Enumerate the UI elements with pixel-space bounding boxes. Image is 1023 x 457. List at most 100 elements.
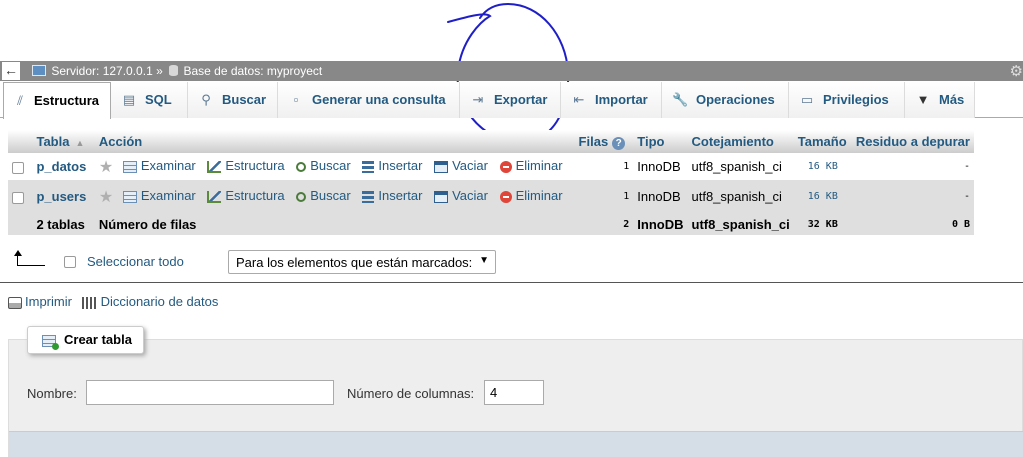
favorite-star-icon[interactable]: ★	[99, 159, 113, 176]
gear-icon[interactable]: ⚙	[1010, 62, 1023, 80]
table-row: p_users ★ Examinar Estructura Buscar Ins…	[8, 180, 974, 213]
header-filas[interactable]: Filas?	[574, 130, 634, 153]
footer-empty-cell	[8, 213, 33, 235]
action-estructura[interactable]: Estructura	[207, 158, 285, 173]
footer-label: Número de filas	[94, 213, 575, 235]
tab-sql[interactable]: ▤ SQL	[111, 82, 188, 118]
breadcrumb-bar: ← Servidor: 127.0.0.1 » Base de datos: m…	[0, 61, 1023, 81]
caret-down-icon: ▼	[916, 92, 930, 107]
breadcrumb-database[interactable]: Base de datos: myproyect	[183, 64, 322, 78]
back-arrow-icon[interactable]: ←	[2, 62, 20, 80]
structure-icon: ⫽	[17, 93, 23, 108]
tab-privilegios[interactable]: ▭ Privilegios	[789, 82, 905, 118]
header-cotejamiento[interactable]: Cotejamiento	[687, 130, 794, 153]
tab-bar: ⫽ Estructura ▤ SQL ⚲ Buscar ▫ Generar una co…	[0, 82, 1023, 119]
tab-label: Más	[939, 92, 965, 107]
action-insertar[interactable]: Insertar	[362, 158, 422, 173]
dropdown-selected-value: Para los elementos que están marcados:	[236, 255, 473, 270]
server-icon	[32, 65, 46, 77]
action-buscar[interactable]: Buscar	[296, 158, 351, 173]
tab-importar[interactable]: ⇤ Importar	[561, 82, 662, 118]
search-icon	[296, 191, 307, 202]
tables-list: Tabla ▲ Acción Filas? Tipo Cotejamiento T…	[8, 130, 974, 235]
columns-count-label: Número de columnas:	[347, 386, 475, 401]
table-size[interactable]: 16 KB	[793, 180, 852, 213]
rows-count: 1	[574, 153, 634, 180]
action-examinar[interactable]: Examinar	[122, 188, 196, 203]
select-all-label[interactable]: Seleccionar todo	[87, 254, 184, 269]
table-name-link[interactable]: p_users	[36, 189, 86, 204]
empty-table-icon	[434, 160, 449, 173]
sort-ascending-icon: ▲	[75, 138, 85, 148]
tab-label: Estructura	[34, 93, 100, 108]
new-table-icon	[42, 334, 59, 350]
tab-label: Buscar	[222, 92, 267, 107]
breadcrumb-server[interactable]: Servidor: 127.0.0.1	[51, 64, 152, 78]
table-name-label: Nombre:	[27, 386, 77, 401]
with-selected-dropdown[interactable]: Para los elementos que están marcados: ▼	[228, 250, 496, 274]
actions-cell: ★ Examinar Estructura Buscar Insertar Va…	[94, 153, 575, 180]
engine-type: InnoDB	[633, 153, 688, 180]
insert-icon	[362, 190, 375, 203]
tab-exportar[interactable]: ⇥ Exportar	[460, 82, 561, 118]
tab-label: Importar	[595, 92, 648, 107]
print-links: Imprimir Diccionario de datos	[8, 294, 224, 309]
table-name-link[interactable]: p_datos	[36, 159, 86, 174]
overhead: -	[851, 180, 974, 213]
footer-type: InnoDB	[633, 213, 688, 235]
row-checkbox[interactable]	[12, 191, 24, 204]
footer-size: 32 KB	[793, 213, 852, 235]
header-checkbox	[8, 130, 33, 153]
table-size[interactable]: 16 KB	[793, 153, 852, 180]
tab-mas[interactable]: ▼ Más	[905, 82, 975, 118]
tab-label: SQL	[145, 92, 172, 107]
action-eliminar[interactable]: Eliminar	[499, 158, 563, 173]
help-icon[interactable]: ?	[612, 136, 626, 150]
drop-icon	[499, 160, 512, 173]
search-icon	[296, 161, 307, 172]
data-dictionary-link[interactable]: Diccionario de datos	[81, 294, 218, 309]
tab-generar-consulta[interactable]: ▫ Generar una consulta	[278, 82, 460, 118]
privileges-icon: ▭	[800, 92, 814, 107]
tab-buscar[interactable]: ⚲ Buscar	[188, 82, 278, 118]
chevron-down-icon: ▼	[479, 255, 489, 266]
action-examinar[interactable]: Examinar	[122, 158, 196, 173]
structure-icon	[207, 190, 222, 203]
action-insertar[interactable]: Insertar	[362, 188, 422, 203]
table-row: p_datos ★ Examinar Estructura Buscar Ins…	[8, 153, 974, 180]
action-estructura[interactable]: Estructura	[207, 188, 285, 203]
browse-icon	[122, 190, 137, 203]
export-icon: ⇥	[472, 92, 484, 107]
row-checkbox[interactable]	[12, 161, 24, 174]
import-icon: ⇤	[573, 92, 585, 107]
print-link[interactable]: Imprimir	[8, 294, 72, 309]
table-name-input[interactable]	[86, 380, 334, 405]
action-eliminar[interactable]: Eliminar	[499, 188, 563, 203]
action-vaciar[interactable]: Vaciar	[434, 188, 488, 203]
query-icon: ▫	[293, 92, 299, 107]
header-tamano[interactable]: Tamaño	[793, 130, 852, 153]
empty-table-icon	[434, 190, 449, 203]
tab-estructura[interactable]: ⫽ Estructura	[3, 82, 111, 119]
header-tabla[interactable]: Tabla ▲	[32, 130, 95, 153]
table-header-row: Tabla ▲ Acción Filas? Tipo Cotejamiento T…	[8, 130, 974, 153]
structure-icon	[207, 160, 222, 173]
tab-label: Operaciones	[696, 92, 775, 107]
select-all-checkbox[interactable]	[64, 256, 76, 268]
breadcrumb-separator: »	[156, 63, 163, 78]
print-icon	[8, 296, 22, 309]
favorite-star-icon[interactable]: ★	[99, 189, 113, 206]
collation: utf8_spanish_ci	[687, 153, 794, 180]
browse-icon	[122, 160, 137, 173]
action-vaciar[interactable]: Vaciar	[434, 158, 488, 173]
action-buscar[interactable]: Buscar	[296, 188, 351, 203]
breadcrumb: Servidor: 127.0.0.1 » Base de datos: myp…	[32, 63, 322, 78]
fieldset-footer	[9, 431, 1023, 457]
row-checkbox-cell	[8, 153, 33, 180]
row-checkbox-cell	[8, 180, 33, 213]
tab-operaciones[interactable]: 🔧 Operaciones	[662, 82, 789, 118]
columns-count-input[interactable]	[484, 380, 544, 405]
footer-rows: 2	[574, 213, 634, 235]
header-tipo[interactable]: Tipo	[633, 130, 688, 153]
header-residuo[interactable]: Residuo a depurar	[851, 130, 974, 153]
